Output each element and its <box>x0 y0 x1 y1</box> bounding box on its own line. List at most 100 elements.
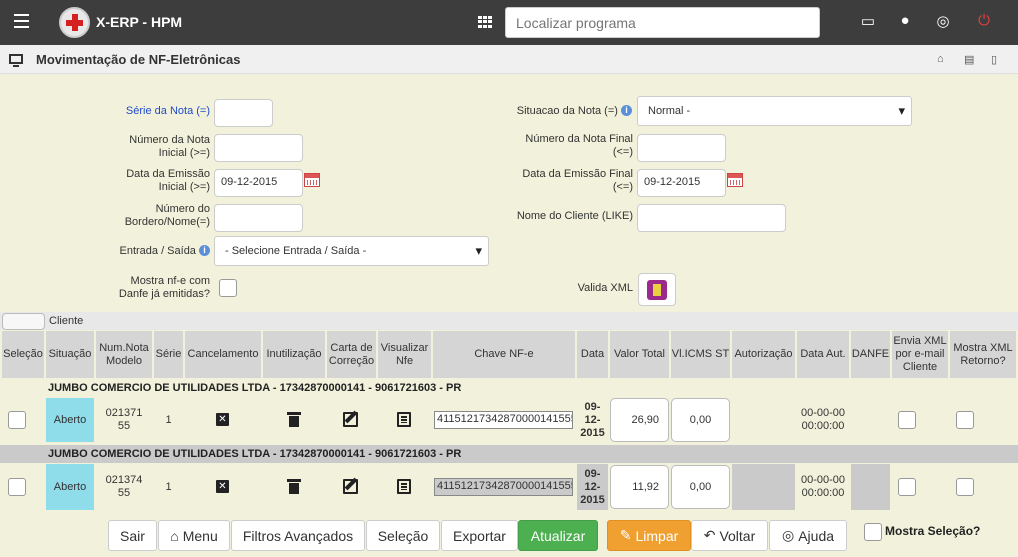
cancel-x-icon[interactable]: ✕ <box>216 413 229 426</box>
serie-cell: 1 <box>165 480 172 493</box>
numero-final-input[interactable] <box>637 134 726 162</box>
data-line2: 12- <box>584 413 601 426</box>
trash-icon[interactable] <box>287 412 301 427</box>
col-header-selecao[interactable]: Seleção <box>2 331 44 378</box>
data-emissao-final-input[interactable]: 09-12-2015 <box>637 169 726 197</box>
mostra-nfe-label-line2: Danfe já emitidas? <box>118 288 210 300</box>
envia-xml-checkbox[interactable] <box>898 411 916 429</box>
document-icon[interactable]: ▤ <box>964 53 974 66</box>
numero-inicial-input[interactable] <box>214 134 303 162</box>
info-icon[interactable]: i <box>199 245 210 256</box>
bordero-input[interactable] <box>214 204 303 232</box>
help-lifebuoy-icon[interactable]: ◎ <box>934 12 952 30</box>
situacao-select[interactable]: Normal - <box>637 96 912 126</box>
ajuda-button[interactable]: ◎ Ajuda <box>769 520 847 551</box>
power-off-icon[interactable]: ⏻ <box>975 12 993 29</box>
view-document-icon[interactable] <box>397 479 411 494</box>
hamburger-menu-icon[interactable] <box>14 14 29 29</box>
col-header-cancelamento[interactable]: Cancelamento <box>185 331 261 378</box>
num-nota-number: 021371 <box>105 407 143 419</box>
mostra-nfe-label-line1: Mostra nf-e com <box>130 275 210 287</box>
col-header-valor-total[interactable]: Valor Total <box>610 331 669 378</box>
col-header-envia-xml[interactable]: Envia XML por e-mail Cliente <box>892 331 948 378</box>
file-icon[interactable]: ▯ <box>991 53 997 66</box>
num-nota-number: 021374 <box>105 474 143 486</box>
col-header-num-nota[interactable]: Num.Nota Modelo <box>96 331 152 378</box>
page-title-bar: Movimentação de NF-Eletrônicas ⌂ ▤ ▯ <box>0 45 1018 74</box>
col-header-icms-st[interactable]: Vl.ICMS ST <box>671 331 730 378</box>
info-icon[interactable]: i <box>621 105 632 116</box>
envia-xml-checkbox[interactable] <box>898 478 916 496</box>
voltar-button[interactable]: ↶ Voltar <box>691 520 768 551</box>
cancel-x-icon[interactable]: ✕ <box>216 480 229 493</box>
numero-final-label-line1: Número da Nota Final <box>525 133 633 145</box>
exportar-button[interactable]: Exportar <box>441 520 518 551</box>
bordero-label-line2: Bordero/Nome(=) <box>124 216 210 228</box>
group-toggle-button[interactable] <box>2 313 45 330</box>
mostra-xml-checkbox[interactable] <box>956 478 974 496</box>
col-header-situacao[interactable]: Situação <box>46 331 94 378</box>
apps-grid-icon[interactable] <box>478 16 492 28</box>
chave-nfe-field[interactable]: 41151217342870000141555 <box>434 478 573 496</box>
home-icon[interactable]: ⌂ <box>937 53 944 65</box>
data-emissao-final-label-line2: (<=) <box>612 181 633 193</box>
data-line3: 2015 <box>580 426 605 439</box>
col-header-data[interactable]: Data <box>577 331 608 378</box>
data-line1: 09- <box>584 467 601 480</box>
valida-xml-button[interactable] <box>638 273 676 306</box>
data-emissao-inicial-input[interactable]: 09-12-2015 <box>214 169 303 197</box>
calendar-icon[interactable] <box>304 173 320 187</box>
data-emissao-inicial-label-line2: Inicial (>=) <box>158 181 210 193</box>
valor-total-field[interactable]: 26,90 <box>610 398 669 442</box>
row-select-checkbox[interactable] <box>8 411 26 429</box>
serie-input[interactable] <box>214 99 273 127</box>
icms-st-field[interactable]: 0,00 <box>671 465 730 509</box>
edit-icon[interactable] <box>343 412 358 427</box>
app-logo[interactable] <box>59 7 90 38</box>
icms-st-field[interactable]: 0,00 <box>671 398 730 442</box>
data-aut-time: 00:00:00 <box>801 487 845 499</box>
limpar-button[interactable]: ✎ Limpar <box>607 520 691 551</box>
data-emissao-final-label-line1: Data da Emissão Final <box>522 168 633 180</box>
col-header-data-aut[interactable]: Data Aut. <box>797 331 849 378</box>
user-icon[interactable]: ● <box>896 12 914 29</box>
sair-button[interactable]: Sair <box>108 520 157 551</box>
mostra-selecao-checkbox[interactable] <box>864 523 882 541</box>
view-document-icon[interactable] <box>397 412 411 427</box>
col-header-visualizar-nfe[interactable]: Visualizar Nfe <box>378 331 431 378</box>
group-by-bar <box>0 312 1018 330</box>
filtros-button-label: Filtros Avançados <box>242 527 354 544</box>
selecao-button[interactable]: Seleção <box>366 520 440 551</box>
valor-total-field[interactable]: 11,92 <box>610 465 669 509</box>
row-select-checkbox[interactable] <box>8 478 26 496</box>
top-navbar: X-ERP - HPM ▭ ● ◎ ⏻ <box>0 0 1018 45</box>
menu-button[interactable]: ⌂ Menu <box>158 520 230 551</box>
nome-cliente-input[interactable] <box>637 204 786 232</box>
undo-arrow-icon: ↶ <box>703 527 716 543</box>
data-cell: 09- 12- 2015 <box>577 398 608 442</box>
inbox-icon[interactable]: ▭ <box>859 12 877 30</box>
trash-icon[interactable] <box>287 479 301 494</box>
search-program-input[interactable] <box>505 7 820 38</box>
col-header-chave-nfe[interactable]: Chave NF-e <box>433 331 575 378</box>
mostra-nfe-checkbox[interactable] <box>219 279 237 297</box>
col-header-inutilizacao[interactable]: Inutilização <box>263 331 325 378</box>
monitor-icon <box>9 54 23 67</box>
entrada-saida-select[interactable]: - Selecione Entrada / Saída - <box>214 236 489 266</box>
status-badge: Aberto <box>46 398 94 442</box>
mostra-xml-checkbox[interactable] <box>956 411 974 429</box>
serie-label: Série da Nota (=) <box>125 105 210 117</box>
col-header-autorizacao[interactable]: Autorização <box>732 331 795 378</box>
col-header-serie[interactable]: Série <box>154 331 183 378</box>
calendar-icon[interactable] <box>727 173 743 187</box>
chave-nfe-field[interactable]: 41151217342870000141555 <box>434 411 573 429</box>
edit-icon[interactable] <box>343 479 358 494</box>
filtros-avancados-button[interactable]: Filtros Avançados <box>231 520 365 551</box>
col-header-mostra-xml[interactable]: Mostra XML Retorno? <box>950 331 1016 378</box>
col-header-carta-correcao[interactable]: Carta de Correção <box>327 331 376 378</box>
atualizar-button[interactable]: Atualizar <box>518 520 598 551</box>
status-badge: Aberto <box>46 464 94 510</box>
col-header-danfe[interactable]: DANFE <box>851 331 890 378</box>
situacao-label: Situacao da Nota (=) i <box>500 105 632 118</box>
ajuda-button-label: Ajuda <box>798 527 835 544</box>
